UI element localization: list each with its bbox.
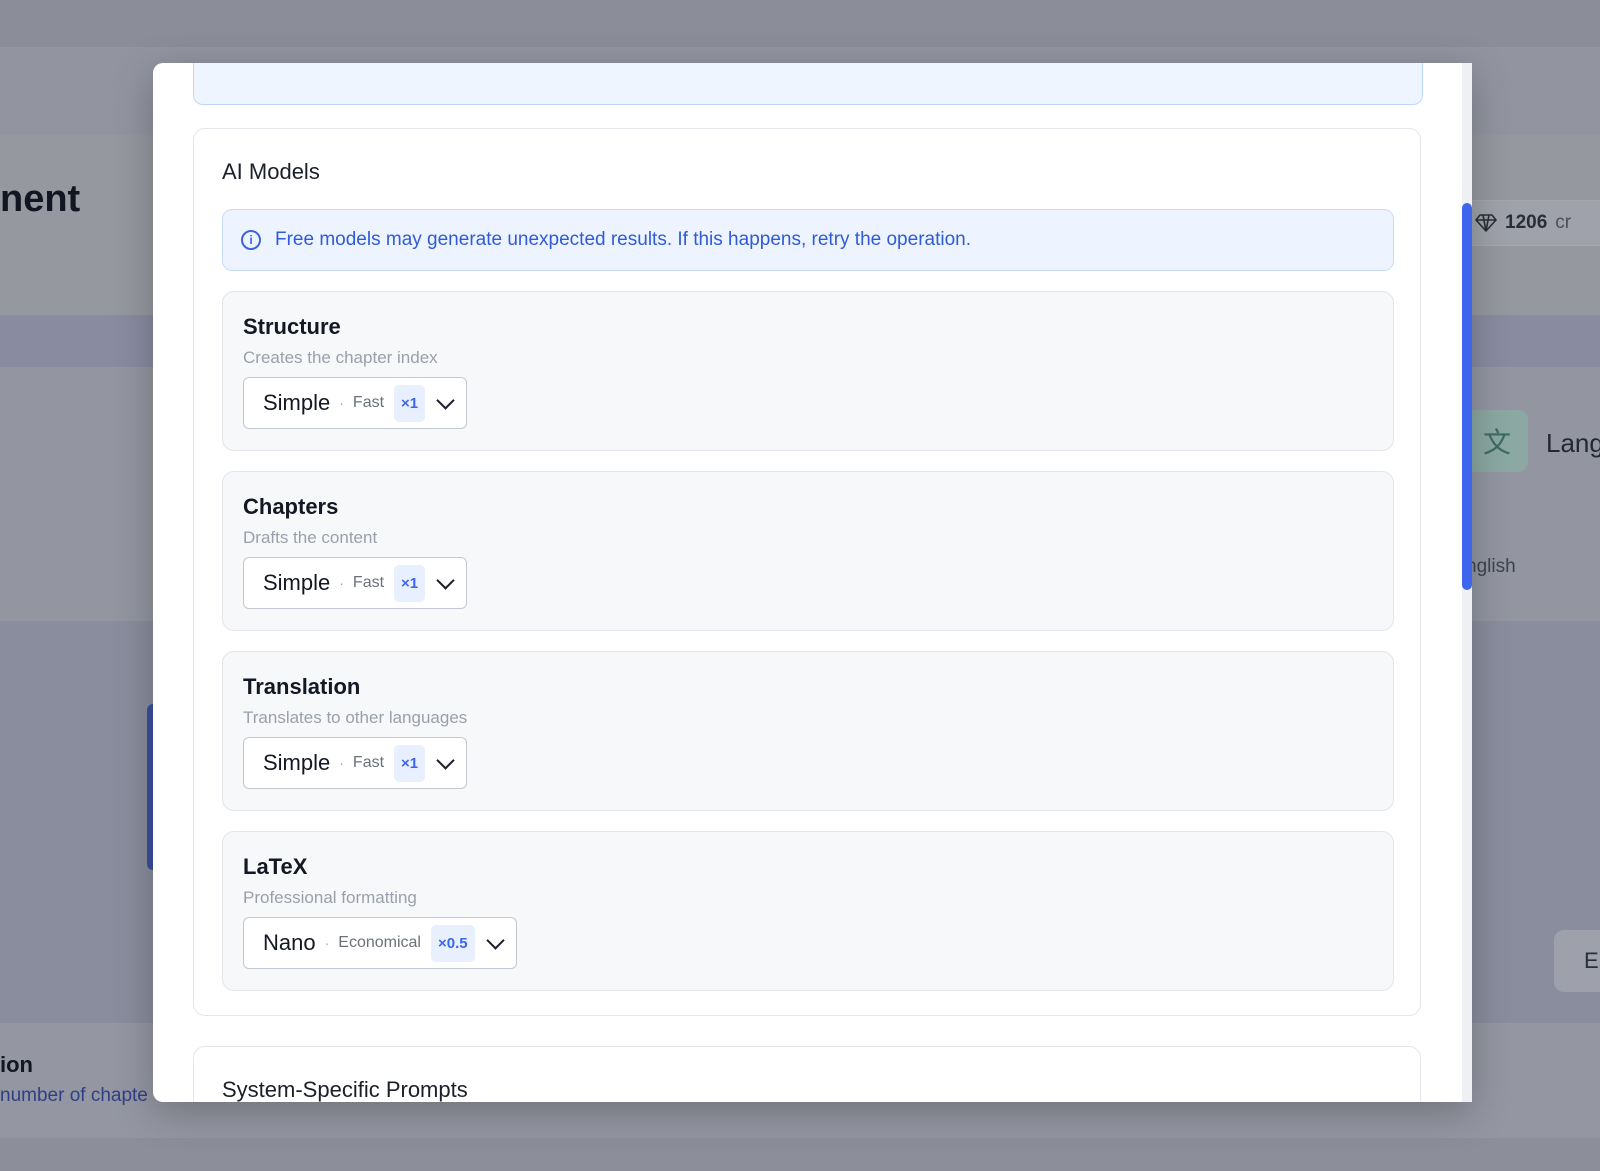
separator: · bbox=[324, 935, 330, 951]
model-name: Simple bbox=[263, 570, 331, 595]
footer-strip bbox=[0, 1138, 1600, 1171]
ai-models-section: AI Models i Free models may generate une… bbox=[193, 128, 1421, 1016]
multiplier-badge: ×1 bbox=[394, 744, 426, 782]
multiplier-badge: ×1 bbox=[394, 564, 426, 602]
separator: · bbox=[339, 395, 344, 411]
card-title: LaTeX bbox=[243, 854, 308, 879]
multiplier-badge: ×1 bbox=[394, 384, 426, 422]
chevron-down-icon bbox=[436, 750, 455, 770]
model-select-latex[interactable]: Nano · Economical ×0.5 bbox=[243, 917, 517, 969]
credits-value: 1206 bbox=[1505, 212, 1548, 233]
language-label: Lang bbox=[1546, 428, 1600, 458]
card-title: Translation bbox=[243, 674, 361, 699]
settings-modal: AI Models i Free models may generate une… bbox=[153, 63, 1471, 1102]
model-name: Nano bbox=[263, 930, 316, 955]
edit-button: E bbox=[1554, 930, 1600, 992]
language-value: nglish bbox=[1466, 556, 1516, 577]
chevron-down-icon bbox=[436, 390, 455, 410]
top-bar bbox=[0, 0, 1600, 47]
model-card-chapters: Chapters Drafts the content Simple · Fas… bbox=[222, 471, 1394, 631]
model-tag: Fast bbox=[352, 754, 385, 771]
credits-unit: cr bbox=[1555, 212, 1572, 233]
section-heading: ion bbox=[0, 1052, 33, 1077]
model-card-structure: Structure Creates the chapter index Simp… bbox=[222, 291, 1394, 451]
info-banner: i Free models may generate unexpected re… bbox=[222, 209, 1394, 271]
separator: · bbox=[339, 755, 344, 771]
model-select-translation[interactable]: Simple · Fast ×1 bbox=[243, 737, 468, 789]
chevron-down-icon bbox=[485, 930, 505, 950]
chevron-down-icon bbox=[436, 570, 455, 590]
diamond-icon bbox=[1475, 214, 1497, 232]
separator: · bbox=[339, 575, 344, 591]
card-title: Chapters bbox=[243, 494, 339, 519]
info-circle-icon: i bbox=[241, 230, 261, 250]
model-tag: Fast bbox=[352, 394, 385, 411]
model-card-translation: Translation Translates to other language… bbox=[222, 651, 1394, 811]
model-select-structure[interactable]: Simple · Fast ×1 bbox=[243, 377, 468, 429]
model-card-latex: LaTeX Professional formatting Nano · Eco… bbox=[222, 831, 1394, 991]
model-name: Simple bbox=[263, 750, 331, 775]
system-prompts-section: System-Specific Prompts bbox=[193, 1046, 1421, 1102]
card-description: Drafts the content bbox=[243, 528, 378, 547]
model-select-chapters[interactable]: Simple · Fast ×1 bbox=[243, 557, 468, 609]
credits-badge: 1206 cr bbox=[1460, 200, 1600, 246]
model-tag: Fast bbox=[352, 574, 385, 591]
info-text: Free models may generate unexpected resu… bbox=[275, 229, 971, 250]
section-title: System-Specific Prompts bbox=[222, 1077, 468, 1102]
model-tag: Economical bbox=[338, 934, 421, 951]
page-title: nent bbox=[0, 178, 81, 220]
model-name: Simple bbox=[263, 390, 331, 415]
translate-icon: 文 bbox=[1466, 410, 1528, 472]
modal-scrollbar-thumb[interactable] bbox=[1462, 203, 1472, 590]
section-title: AI Models bbox=[222, 159, 320, 184]
top-notice bbox=[193, 63, 1423, 105]
chapters-link: number of chapte bbox=[0, 1085, 148, 1106]
card-description: Professional formatting bbox=[243, 888, 417, 907]
card-title: Structure bbox=[243, 314, 341, 339]
card-description: Translates to other languages bbox=[243, 708, 468, 727]
multiplier-badge: ×0.5 bbox=[430, 924, 475, 962]
card-description: Creates the chapter index bbox=[243, 348, 438, 367]
